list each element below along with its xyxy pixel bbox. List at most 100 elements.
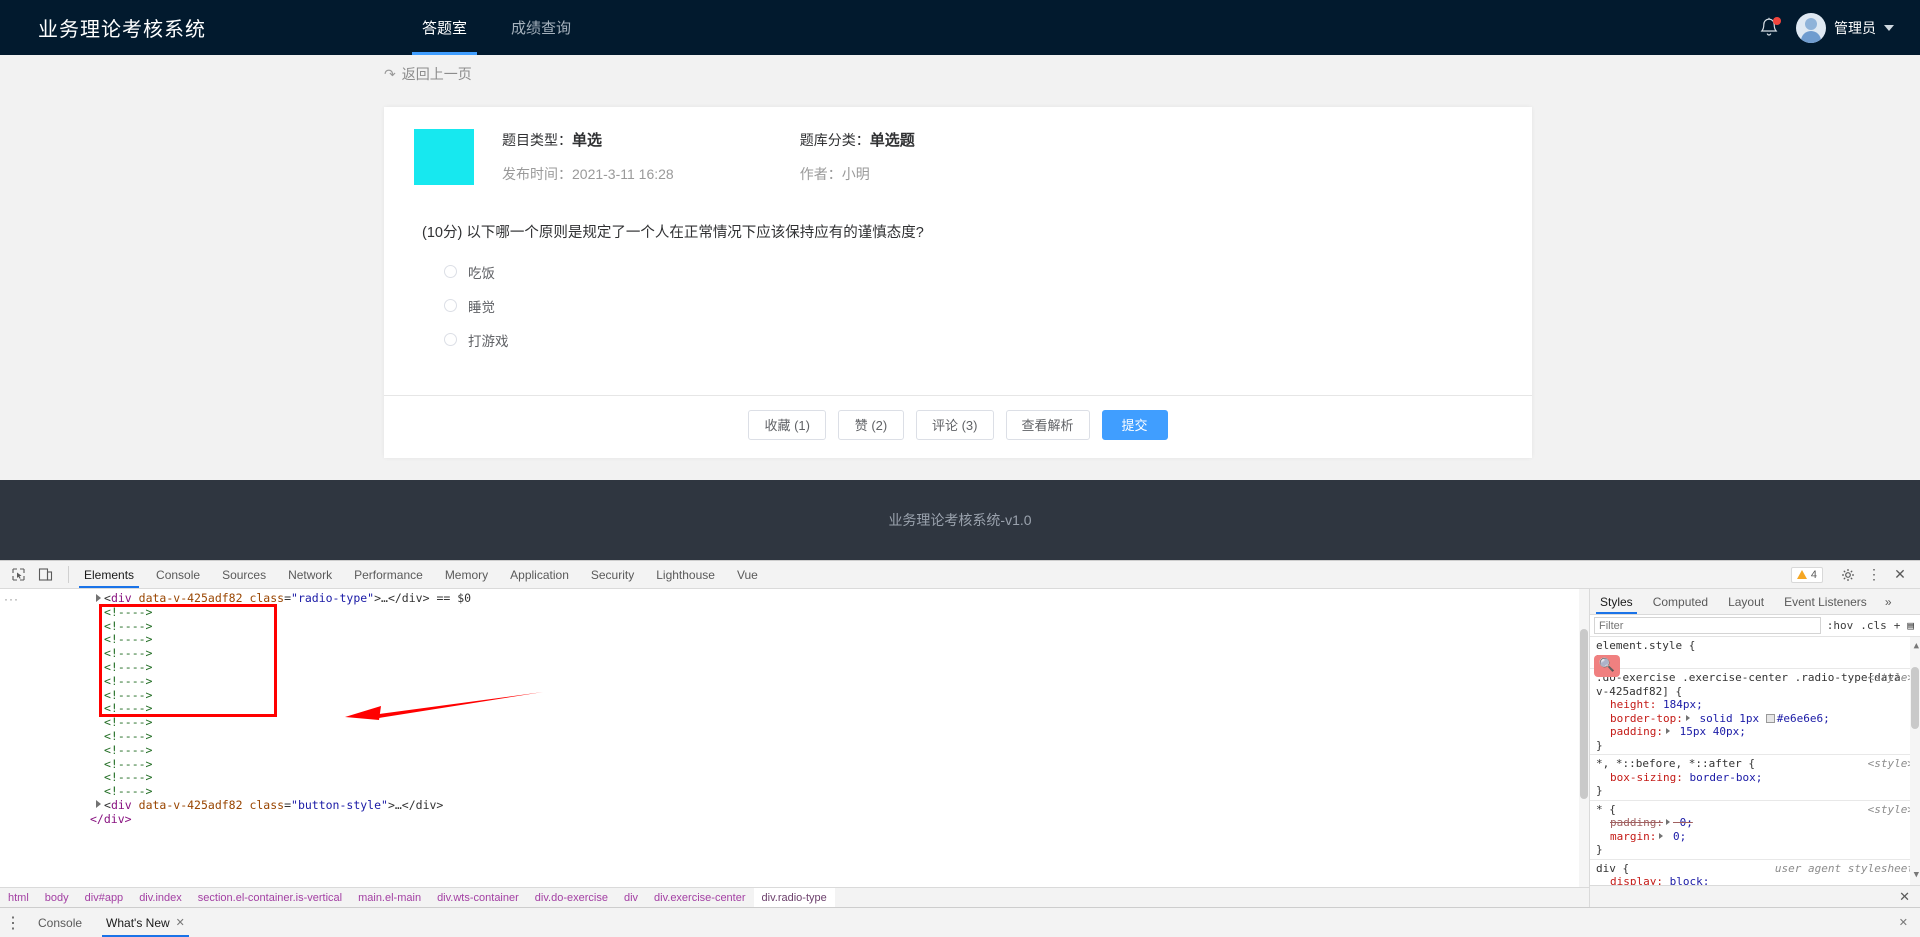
dom-comment-node[interactable]: <!----> [0,743,1589,758]
drawer-tab-whats-new[interactable]: What's New ✕ [94,908,197,937]
view-analysis-button[interactable]: 查看解析 [1005,409,1090,440]
css-selector[interactable]: .do-exercise .exercise-center .radio-typ… [1596,671,1907,698]
dom-node-close-div[interactable]: </div> [0,812,1589,827]
tab-memory[interactable]: Memory [434,561,499,588]
new-style-rule-button[interactable]: + [1894,619,1901,632]
css-rule[interactable]: .do-exercise .exercise-center .radio-typ… [1590,669,1920,755]
css-value[interactable]: block; [1670,875,1710,885]
css-property[interactable]: padding: 15px 40px; [1596,725,1920,739]
dom-scrollbar-thumb[interactable] [1580,629,1588,799]
css-selector[interactable]: div { [1596,862,1629,875]
css-rule-origin[interactable]: <style> [1868,671,1914,685]
dom-comment-node[interactable]: <!----> [0,660,1589,675]
dom-node-button-style[interactable]: <div data-v-425adf82 class="button-style… [0,798,1589,813]
dom-tree-pane[interactable]: ··· <div data-v-425adf82 class="radio-ty… [0,589,1590,907]
styles-scrollbar-thumb[interactable] [1911,667,1919,729]
dom-comment-node[interactable]: <!----> [0,619,1589,634]
css-rule[interactable]: element.style {} [1590,637,1920,669]
scroll-down-arrow-icon[interactable]: ▼ [1914,869,1919,883]
dom-comment-node[interactable]: <!----> [0,674,1589,689]
css-selector[interactable]: * { [1596,803,1616,816]
more-options-icon[interactable]: ⋮ [1862,563,1886,587]
dom-scrollbar-track[interactable] [1579,589,1589,887]
breadcrumb-item[interactable]: div [616,888,646,907]
dom-comment-node[interactable]: <!----> [0,646,1589,661]
bell-icon[interactable] [1758,16,1781,40]
css-value[interactable]: solid 1px [1693,712,1759,725]
cls-toggle[interactable]: .cls [1860,619,1887,632]
breadcrumb-item[interactable]: div.exercise-center [646,888,754,907]
tab-vue[interactable]: Vue [726,561,769,588]
breadcrumb-item[interactable]: div#app [77,888,132,907]
tab-security[interactable]: Security [580,561,645,588]
panel-toggle-icon[interactable]: ▤ [1907,619,1914,632]
styles-more-tabs-button[interactable]: » [1877,589,1900,614]
drawer-tab-console[interactable]: Console [26,908,94,937]
scroll-up-arrow-icon[interactable]: ▲ [1914,640,1919,654]
breadcrumb-item[interactable]: div.index [131,888,190,907]
search-icon[interactable]: 🔍 [1594,655,1620,677]
more-options-icon[interactable]: ⋮ [0,908,26,937]
breadcrumb-item[interactable]: body [37,888,77,907]
css-selector[interactable]: *, *::before, *::after { [1596,757,1755,770]
dom-comment-node[interactable]: <!----> [0,715,1589,730]
css-color-value[interactable]: #e6e6e6; [1777,712,1830,725]
css-rules-area[interactable]: element.style {}.do-exercise .exercise-c… [1590,637,1920,885]
inspect-element-icon[interactable] [10,566,27,583]
close-icon[interactable]: ✕ [1899,889,1910,905]
dom-comment-node[interactable]: <!----> [0,784,1589,799]
dom-comment-node[interactable]: <!----> [0,701,1589,716]
tab-console[interactable]: Console [145,561,211,588]
tab-styles[interactable]: Styles [1590,589,1643,614]
css-property[interactable]: height: 184px; [1596,698,1920,712]
breadcrumb-item[interactable]: main.el-main [350,888,429,907]
favorite-button[interactable]: 收藏 (1) [748,409,826,440]
styles-scrollbar-track[interactable]: ▲ ▼ [1910,637,1920,885]
dom-comment-node[interactable]: <!----> [0,729,1589,744]
user-menu[interactable]: 管理员 [1796,12,1894,43]
breadcrumb-item[interactable]: div.wts-container [429,888,527,907]
dom-comment-node[interactable]: <!----> [0,632,1589,647]
dom-comment-node[interactable]: <!----> [0,770,1589,785]
expand-triangle-icon[interactable] [1659,832,1664,839]
tab-network[interactable]: Network [277,561,343,588]
dom-comment-node[interactable]: <!----> [0,605,1589,620]
css-value[interactable]: 184px; [1663,698,1703,711]
radio-icon[interactable] [444,299,457,313]
breadcrumb-item[interactable]: section.el-container.is-vertical [190,888,350,907]
hov-toggle[interactable]: :hov [1827,619,1854,632]
back-to-previous-page-link[interactable]: ↶ 返回上一页 [384,64,472,84]
tab-layout[interactable]: Layout [1718,589,1774,614]
css-property[interactable]: margin: 0; [1596,830,1920,844]
tab-computed[interactable]: Computed [1643,589,1718,614]
close-icon[interactable]: ✕ [1899,916,1908,929]
breadcrumb-item[interactable]: div.do-exercise [527,888,616,907]
close-icon[interactable]: ✕ [1888,563,1912,587]
option-row[interactable]: 睡觉 [422,293,1494,319]
tab-event-listeners[interactable]: Event Listeners [1774,589,1877,614]
nav-item-score-query[interactable]: 成绩查询 [489,0,593,55]
dom-node-selected[interactable]: <div data-v-425adf82 class="radio-type">… [0,591,1589,606]
css-selector[interactable]: element.style { [1596,639,1695,652]
css-rule-origin[interactable]: <style> [1868,757,1914,771]
close-icon[interactable]: ✕ [176,916,185,929]
css-property[interactable]: display: block; [1596,875,1920,885]
tab-sources[interactable]: Sources [211,561,277,588]
tab-performance[interactable]: Performance [343,561,434,588]
css-rule[interactable]: *, *::before, *::after {<style> box-sizin… [1590,755,1920,801]
css-rule-origin[interactable]: user agent stylesheet [1775,862,1914,876]
css-value[interactable]: border-box; [1689,771,1762,784]
nav-item-answer-room[interactable]: 答题室 [400,0,489,55]
css-rule-origin[interactable]: <style> [1868,803,1914,817]
option-row[interactable]: 打游戏 [422,327,1494,353]
tab-elements[interactable]: Elements [73,561,145,588]
like-button[interactable]: 赞 (2) [837,409,904,440]
breadcrumb-item[interactable]: html [0,888,37,907]
expand-triangle-icon[interactable] [1665,819,1670,825]
expand-triangle-icon[interactable] [1665,728,1670,734]
dom-comment-node[interactable]: <!----> [0,757,1589,772]
css-value[interactable]: 15px 40px; [1673,725,1746,738]
comment-button[interactable]: 评论 (3) [915,409,994,440]
dom-comment-node[interactable]: <!----> [0,688,1589,703]
device-toolbar-icon[interactable] [37,566,54,583]
